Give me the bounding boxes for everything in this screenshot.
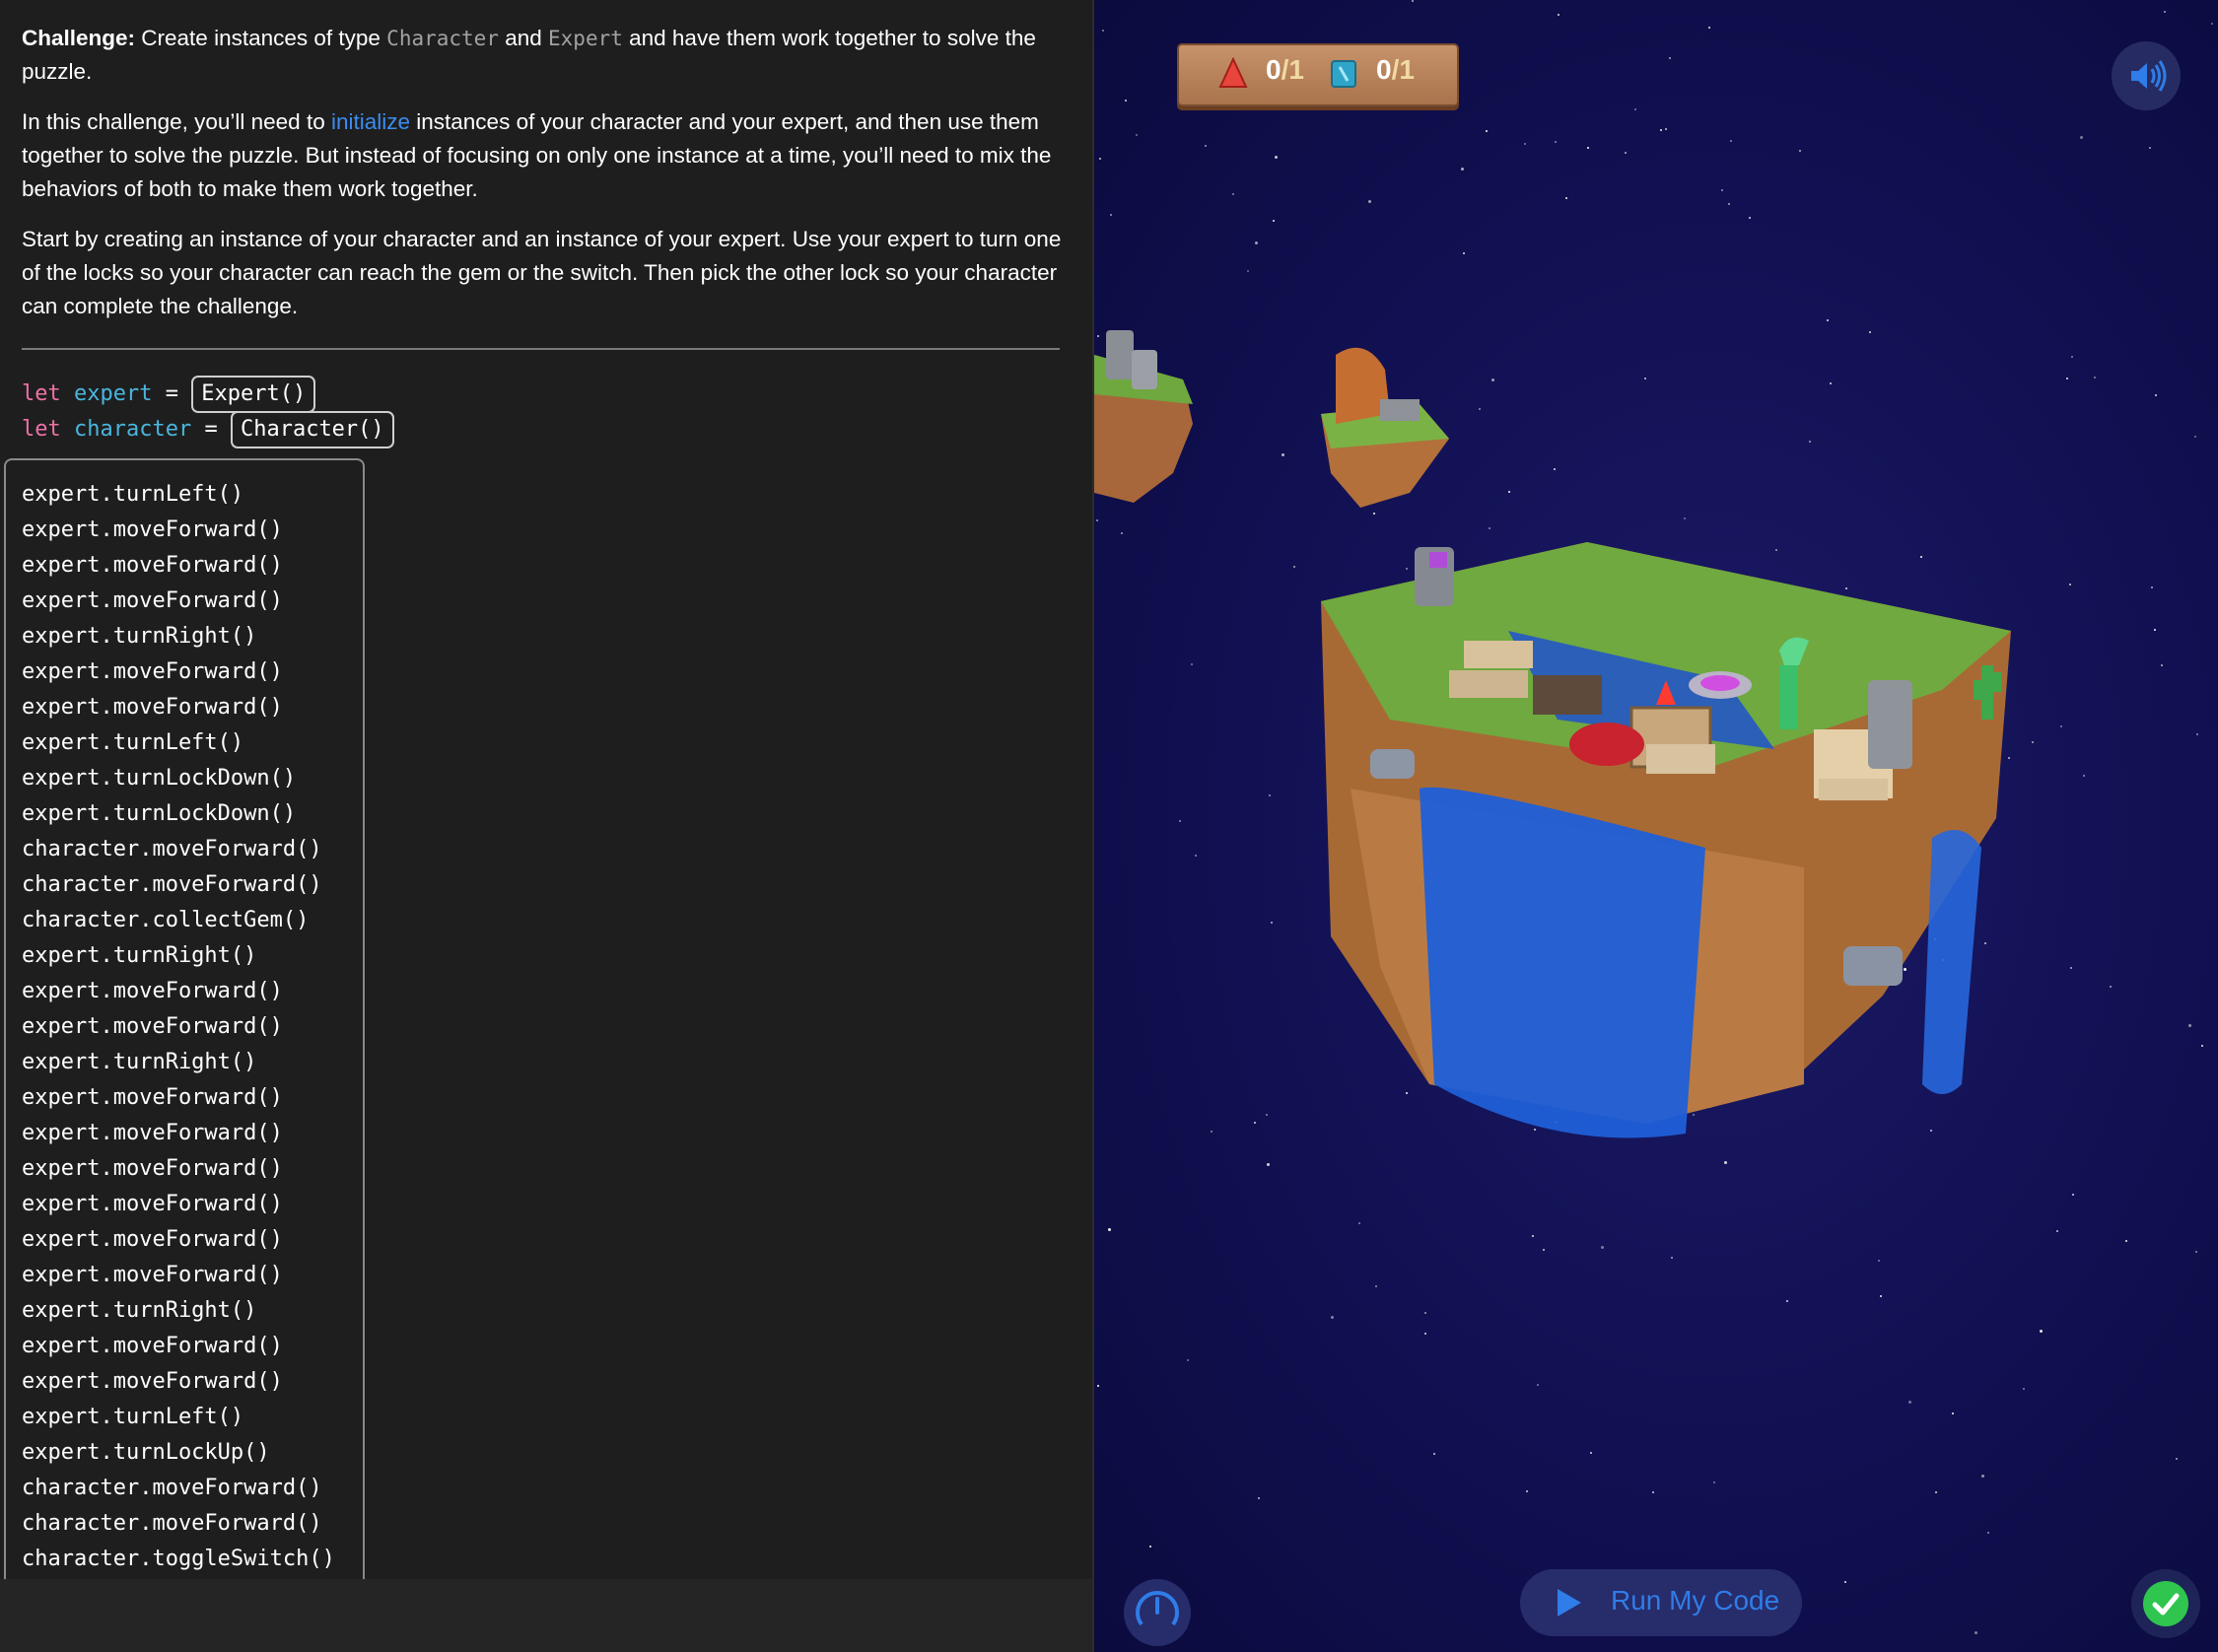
divider-line <box>22 348 1060 350</box>
code-line[interactable]: expert.moveForward() <box>22 654 396 690</box>
gem-count: 0/1 <box>1266 54 1304 86</box>
code-line[interactable]: expert.turnRight() <box>22 1045 396 1080</box>
code-lines[interactable]: expert.turnLeft() expert.moveForward() exp… <box>22 477 396 1577</box>
code-line[interactable]: character.moveForward() <box>22 1506 396 1542</box>
code-line[interactable]: expert.moveForward() <box>22 548 396 584</box>
text: In this challenge, you’ll need to <box>22 109 331 134</box>
code-line[interactable]: expert.turnRight() <box>22 1293 396 1329</box>
code-line[interactable]: expert.turnLockDown() <box>22 761 396 796</box>
expert-initializer-token[interactable]: Expert() <box>191 376 316 413</box>
sound-button[interactable] <box>2112 41 2181 110</box>
code-line[interactable]: expert.moveForward() <box>22 1009 396 1045</box>
code-line[interactable]: expert.turnLeft() <box>22 1400 396 1435</box>
play-icon <box>1558 1589 1581 1617</box>
speedometer-icon <box>1136 1591 1179 1626</box>
code-line[interactable]: expert.moveForward() <box>22 1187 396 1222</box>
gem-icon <box>1218 57 1248 88</box>
code-line[interactable]: character.toggleSwitch() <box>22 1542 396 1577</box>
type-character: Character <box>386 27 499 50</box>
code-line[interactable]: expert.turnLeft() <box>22 477 396 513</box>
code-line[interactable]: expert.moveForward() <box>22 1151 396 1187</box>
gem-total: 1 <box>1288 54 1304 85</box>
switch-total: 1 <box>1399 54 1415 85</box>
switch-icon <box>1331 60 1356 88</box>
run-my-code-label: Run My Code <box>1611 1585 1780 1616</box>
code-line[interactable]: expert.moveForward() <box>22 690 396 725</box>
puzzle-island-scene <box>1094 330 2011 1138</box>
code-line[interactable]: expert.moveForward() <box>22 1222 396 1258</box>
code-line[interactable]: expert.turnRight() <box>22 619 396 654</box>
keyword-let: let <box>22 417 61 442</box>
checkmark-icon <box>2143 1581 2188 1626</box>
switch-value: 0 <box>1376 54 1392 85</box>
gem-value: 0 <box>1266 54 1282 85</box>
character-variable: character <box>74 417 192 442</box>
speaker-icon <box>2131 60 2167 92</box>
status-button[interactable] <box>2131 1569 2200 1638</box>
speed-button[interactable] <box>1124 1579 1191 1646</box>
code-line[interactable]: expert.turnRight() <box>22 938 396 974</box>
instructions-panel: Challenge: Create instances of type Char… <box>0 0 1092 1652</box>
floating-island-right <box>1321 347 1449 508</box>
code-line[interactable]: character.collectGem() <box>22 903 396 938</box>
editor-bottom-bar <box>0 1579 1092 1652</box>
code-line[interactable]: character.moveForward() <box>22 867 396 903</box>
code-line[interactable]: expert.moveForward() <box>22 1116 396 1151</box>
floating-island-left <box>1094 330 1193 503</box>
code-line[interactable]: character.moveForward() <box>22 1471 396 1506</box>
switch-count: 0/1 <box>1376 54 1415 86</box>
code-line[interactable]: expert.turnLockUp() <box>22 1435 396 1471</box>
character-initializer-token[interactable]: Character() <box>230 411 394 448</box>
keyword-let: let <box>22 381 61 406</box>
code-line[interactable]: expert.moveForward() <box>22 1364 396 1400</box>
equals-sign: = <box>204 417 218 442</box>
initialize-link[interactable]: initialize <box>331 109 410 134</box>
run-my-code-button[interactable]: Run My Code <box>1520 1569 1802 1636</box>
challenge-description: Challenge: Create instances of type Char… <box>22 22 1067 340</box>
code-line[interactable]: expert.turnLockDown() <box>22 796 396 832</box>
instruction-paragraph: Start by creating an instance of your ch… <box>22 227 1062 318</box>
expert-declaration: let expert = Expert() <box>22 375 316 414</box>
puzzle-world-view[interactable]: 0/1 0/1 Run My Code <box>1094 0 2218 1652</box>
character-declaration: let character = Character() <box>22 410 394 449</box>
code-line[interactable]: expert.moveForward() <box>22 584 396 619</box>
code-line[interactable]: expert.moveForward() <box>22 513 396 548</box>
type-expert: Expert <box>548 27 623 50</box>
code-line[interactable]: expert.moveForward() <box>22 974 396 1009</box>
text: Create instances of type <box>135 26 387 50</box>
code-line[interactable]: expert.moveForward() <box>22 1329 396 1364</box>
code-line[interactable]: expert.turnLeft() <box>22 725 396 761</box>
code-line[interactable]: expert.moveForward() <box>22 1080 396 1116</box>
collectibles-counter: 0/1 0/1 <box>1177 43 1459 106</box>
text: and <box>498 26 549 50</box>
code-line[interactable]: character.moveForward() <box>22 832 396 867</box>
code-line[interactable]: expert.moveForward() <box>22 1258 396 1293</box>
equals-sign: = <box>165 381 178 406</box>
challenge-label: Challenge: <box>22 26 136 50</box>
main-island <box>1321 542 2011 1138</box>
expert-variable: expert <box>74 381 153 406</box>
